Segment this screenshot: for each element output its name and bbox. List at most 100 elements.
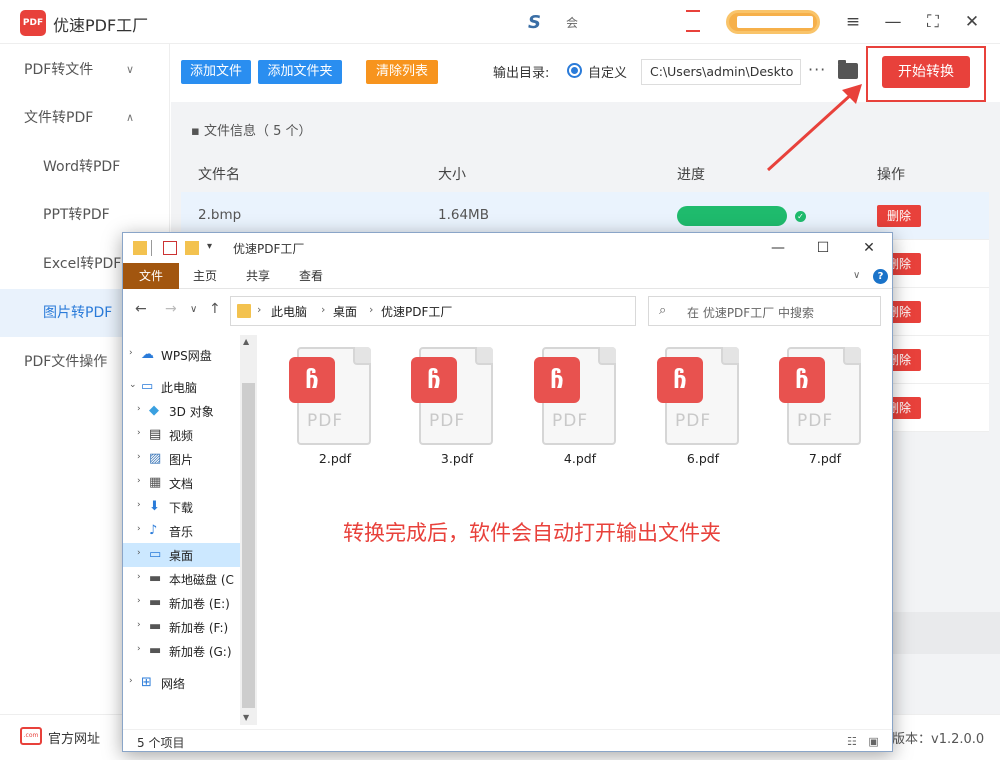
expand-icon[interactable]: › <box>137 596 141 606</box>
ribbon-tabs: 文件 主页 共享 查看 <box>123 263 892 289</box>
start-convert-button[interactable]: 开始转换 <box>882 56 970 88</box>
address-bar[interactable]: › 此电脑 › 桌面 › 优速PDF工厂 ∨ ↻ <box>230 296 730 326</box>
tree-item[interactable]: ⌄ ▭ 此电脑 <box>123 375 257 399</box>
minimize-icon[interactable]: — <box>763 238 793 258</box>
pdf-file-item[interactable]: ჩ PDF 4.pdf <box>534 345 626 475</box>
website-icon[interactable]: .com <box>20 727 42 745</box>
minimize-icon[interactable]: — <box>881 10 905 34</box>
scroll-up-icon[interactable]: ▲ <box>243 337 249 346</box>
sidebar-item-word-to-pdf[interactable]: Word转PDF <box>0 143 170 191</box>
file-explorer-window[interactable]: ▾ 优速PDF工厂 — ☐ ✕ 文件 主页 共享 查看 ∨ ? ← → ∨ ↑ … <box>122 232 893 752</box>
search-icon: ⌕ <box>659 303 667 318</box>
sidebar-item-file-to-pdf[interactable]: 文件转PDF ∧ <box>0 94 170 142</box>
sidebar-item-label: 图片转PDF <box>43 305 113 321</box>
tab-share[interactable]: 共享 <box>236 263 280 289</box>
tree-item[interactable]: › ⊞ 网络 <box>123 671 257 695</box>
close-icon[interactable]: ✕ <box>854 238 884 258</box>
expand-icon[interactable]: › <box>137 500 141 510</box>
expand-icon[interactable]: › <box>137 476 141 486</box>
help-icon[interactable]: ? <box>873 269 888 284</box>
pdf-file-item[interactable]: ჩ PDF 6.pdf <box>657 345 749 475</box>
custom-radio[interactable] <box>567 63 582 78</box>
add-folder-button[interactable]: 添加文件夹 <box>258 60 342 84</box>
tree-item[interactable]: › ▬ 新加卷 (E:) <box>123 591 257 615</box>
sidebar-item-label: PDF文件操作 <box>24 354 108 370</box>
expand-icon[interactable]: › <box>137 572 141 582</box>
tree-item[interactable]: › ▦ 文档 <box>123 471 257 495</box>
annotation-arrow <box>766 84 862 172</box>
app-title: 优速PDF工厂 <box>53 16 149 35</box>
back-icon[interactable]: ← <box>135 301 147 317</box>
header-progress: 进度 <box>677 167 705 183</box>
expand-icon[interactable]: › <box>137 524 141 534</box>
tab-home[interactable]: 主页 <box>183 263 227 289</box>
tree-scrollbar-thumb[interactable] <box>242 383 255 708</box>
pdf-file-item[interactable]: ჩ PDF 7.pdf <box>779 345 871 475</box>
tab-file[interactable]: 文件 <box>123 263 179 289</box>
breadcrumb-folder[interactable]: 优速PDF工厂 <box>381 303 452 320</box>
tree-item[interactable]: › ♪ 音乐 <box>123 519 257 543</box>
pdf-file-item[interactable]: ჩ PDF 2.pdf <box>289 345 381 475</box>
maximize-icon[interactable]: ⛶ <box>921 10 945 34</box>
vip-badge[interactable] <box>726 10 820 34</box>
menu-icon[interactable]: ≡ <box>841 10 865 34</box>
add-file-button[interactable]: 添加文件 <box>181 60 251 84</box>
tree-item[interactable]: › ▬ 新加卷 (F:) <box>123 615 257 639</box>
expand-icon[interactable]: › <box>137 404 141 414</box>
explorer-title-bar: ▾ 优速PDF工厂 — ☐ ✕ <box>123 233 892 263</box>
ribbon-expand-icon[interactable]: ∨ <box>853 270 860 281</box>
expand-icon[interactable]: › <box>129 676 133 686</box>
sidebar-item-label: PDF转文件 <box>24 62 94 78</box>
tab-view[interactable]: 查看 <box>289 263 333 289</box>
tree-item[interactable]: › ▬ 本地磁盘 (C <box>123 567 257 591</box>
separator <box>151 240 152 256</box>
up-icon[interactable]: ↑ <box>209 301 221 317</box>
sidebar-item-label: Excel转PDF <box>43 256 122 272</box>
close-icon[interactable]: ✕ <box>960 10 984 34</box>
music-icon: ♪ <box>149 523 158 538</box>
clear-list-button[interactable]: 清除列表 <box>366 60 438 84</box>
breadcrumb-desktop[interactable]: 桌面 <box>333 303 357 320</box>
tree-item[interactable]: › ▭ 桌面 <box>123 543 257 567</box>
expand-icon[interactable]: › <box>137 452 141 462</box>
expand-icon[interactable]: › <box>137 620 141 630</box>
breadcrumb-separator: › <box>321 303 326 316</box>
tree-item[interactable]: › ▤ 视频 <box>123 423 257 447</box>
open-folder-icon[interactable] <box>838 60 858 79</box>
delete-button[interactable]: 删除 <box>877 205 921 227</box>
properties-icon[interactable] <box>163 241 177 255</box>
maximize-icon[interactable]: ☐ <box>808 238 838 258</box>
expand-icon[interactable]: ⌄ <box>129 380 137 390</box>
expand-icon[interactable]: › <box>137 428 141 438</box>
tree-item[interactable]: › ☁ WPS网盘 <box>123 343 257 367</box>
expand-icon[interactable]: › <box>137 644 141 654</box>
pdf-type-label: PDF <box>675 411 712 431</box>
explorer-title: 优速PDF工厂 <box>233 242 305 256</box>
tree-item[interactable]: › ▨ 图片 <box>123 447 257 471</box>
tree-item-label: 图片 <box>169 453 194 467</box>
quick-access-dropdown-icon[interactable]: ▾ <box>207 241 221 255</box>
custom-radio-label[interactable]: 自定义 <box>588 62 627 81</box>
tree-item[interactable]: › ▬ 新加卷 (G:) <box>123 639 257 663</box>
more-icon[interactable]: ··· <box>808 60 826 79</box>
tree-item[interactable]: › ⬇ 下载 <box>123 495 257 519</box>
search-input[interactable]: ⌕ 在 优速PDF工厂 中搜索 <box>648 296 881 326</box>
folder-icon <box>237 304 251 318</box>
sidebar-item-pdf-to-file[interactable]: PDF转文件 ∨ <box>0 46 170 94</box>
recent-dropdown-icon[interactable]: ∨ <box>190 304 197 315</box>
tree-item-label: 网络 <box>161 677 186 691</box>
view-toggle-icons[interactable]: ☷ ▣ <box>847 735 883 748</box>
header-action: 操作 <box>877 167 905 183</box>
forward-icon[interactable]: → <box>165 301 177 317</box>
new-folder-icon[interactable] <box>185 241 199 255</box>
expand-icon[interactable]: › <box>137 548 141 558</box>
pdf-file-item[interactable]: ჩ PDF 3.pdf <box>411 345 503 475</box>
document-icon: ▦ <box>149 475 162 490</box>
expand-icon[interactable]: › <box>129 348 133 358</box>
file-name: 2.bmp <box>198 207 242 223</box>
file-name: 3.pdf <box>440 451 474 466</box>
breadcrumb-this-pc[interactable]: 此电脑 <box>271 303 307 320</box>
tree-item[interactable]: › ◆ 3D 对象 <box>123 399 257 423</box>
official-site-link[interactable]: 官方网址 <box>48 728 100 747</box>
scroll-down-icon[interactable]: ▼ <box>243 713 249 722</box>
